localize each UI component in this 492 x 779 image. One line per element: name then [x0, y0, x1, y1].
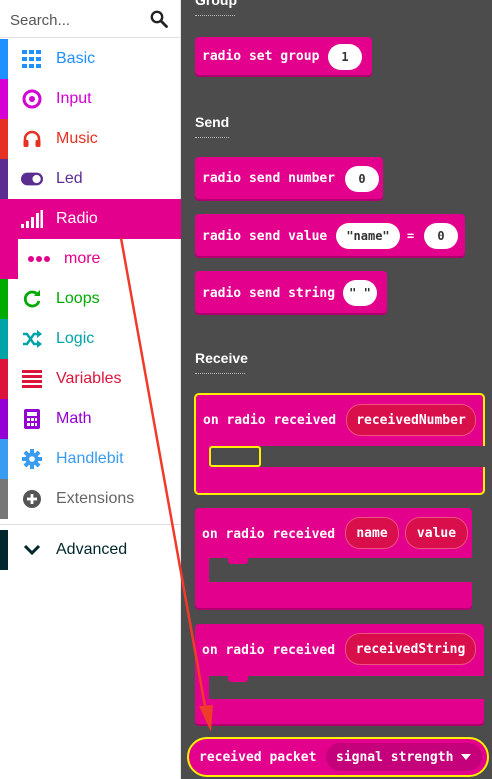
category-radio-more[interactable]: more — [0, 239, 181, 279]
category-variables[interactable]: Variables — [0, 359, 181, 399]
list-icon — [21, 368, 43, 390]
category-label: Handlebit — [56, 450, 124, 467]
value-slot[interactable]: 0 — [424, 223, 458, 249]
block-radio-send-number[interactable]: radio send number 0 — [195, 157, 383, 201]
grid-icon — [21, 48, 43, 70]
search-box — [0, 0, 181, 38]
send-heading: Send — [195, 114, 230, 138]
name-slot[interactable]: "name" — [336, 223, 400, 249]
statement-notch — [228, 558, 248, 564]
category-label: Basic — [56, 50, 96, 67]
group-heading-text: Group — [195, 0, 237, 8]
block-text: on radio received — [203, 413, 337, 428]
category-label: Extensions — [56, 490, 135, 507]
gear-icon — [21, 448, 43, 470]
block-flyout: Group radio set group 1 Send radio send … — [181, 0, 492, 779]
more-dots-icon — [28, 255, 50, 263]
category-label: Advanced — [56, 541, 128, 558]
category-music[interactable]: Music — [0, 119, 181, 159]
category-handlebit[interactable]: Handlebit — [0, 439, 181, 479]
variable-receivedString[interactable]: receivedString — [345, 633, 476, 665]
block-received-packet[interactable]: received packet signal strength — [187, 737, 489, 777]
category-loops[interactable]: Loops — [0, 279, 181, 319]
block-radio-send-value[interactable]: radio send value "name" = 0 — [195, 214, 465, 258]
category-label: Loops — [56, 290, 100, 307]
calculator-icon — [21, 408, 43, 430]
block-text: on radio received — [202, 527, 336, 542]
category-label: more — [64, 250, 101, 267]
signal-bars-icon — [21, 208, 43, 230]
category-label: Music — [56, 130, 98, 147]
category-label: Variables — [56, 370, 122, 387]
category-advanced[interactable]: Advanced — [0, 530, 181, 570]
category-basic[interactable]: Basic — [0, 39, 181, 79]
category-radio[interactable]: Radio — [0, 199, 181, 239]
search-icon[interactable] — [150, 10, 168, 28]
headphones-icon — [21, 128, 43, 150]
category-label: Math — [56, 410, 92, 427]
value-slot[interactable]: 1 — [328, 44, 362, 70]
block-text: on radio received — [202, 643, 336, 658]
refresh-icon — [21, 288, 43, 310]
category-logic[interactable]: Logic — [0, 319, 181, 359]
category-led[interactable]: Led — [0, 159, 181, 199]
statement-notch — [209, 446, 261, 467]
shuffle-icon — [21, 328, 43, 350]
equals-sign: = — [407, 229, 415, 243]
block-radio-send-string[interactable]: radio send string " " — [195, 271, 387, 315]
block-text: received packet — [199, 750, 317, 765]
variable-value[interactable]: value — [405, 517, 468, 549]
value-slot[interactable]: 0 — [345, 166, 379, 192]
receive-heading-text: Receive — [195, 350, 248, 366]
category-extensions[interactable]: Extensions — [0, 479, 181, 519]
signal-strength-dropdown[interactable]: signal strength — [326, 743, 482, 771]
string-slot[interactable]: " " — [343, 280, 377, 306]
dropdown-value: signal strength — [336, 749, 454, 765]
block-on-received-number[interactable]: on radio received receivedNumber — [194, 393, 485, 495]
statement-slot[interactable] — [209, 558, 472, 582]
category-label: Led — [56, 170, 83, 187]
variable-receivedNumber[interactable]: receivedNumber — [346, 404, 476, 436]
block-text: radio send string — [202, 286, 336, 301]
block-text: radio send number — [202, 171, 336, 186]
block-on-received-value[interactable]: on radio received name value — [195, 508, 472, 610]
category-input[interactable]: Input — [0, 79, 181, 119]
variable-name[interactable]: name — [345, 517, 399, 549]
dropdown-arrow-icon — [461, 754, 472, 760]
statement-notch — [228, 676, 248, 682]
category-label: Radio — [56, 210, 98, 227]
statement-slot[interactable] — [209, 676, 484, 699]
block-on-received-string[interactable]: on radio received receivedString — [195, 624, 484, 726]
category-math[interactable]: Math — [0, 399, 181, 439]
toggle-icon — [21, 168, 43, 190]
search-input[interactable] — [8, 6, 148, 34]
category-label: Input — [56, 90, 92, 107]
block-text: radio set group — [202, 49, 320, 64]
group-heading: Group — [195, 0, 237, 16]
receive-heading: Receive — [195, 350, 248, 374]
circle-dot-icon — [21, 88, 43, 110]
block-text: radio send value — [202, 229, 328, 244]
block-radio-set-group[interactable]: radio set group 1 — [195, 37, 372, 77]
chevron-down-icon — [21, 539, 43, 561]
plus-circle-icon — [21, 488, 43, 510]
toolbox: Basic Input Music Led Radio more — [0, 0, 181, 779]
send-heading-text: Send — [195, 114, 230, 130]
category-label: Logic — [56, 330, 95, 347]
divider — [0, 524, 181, 525]
